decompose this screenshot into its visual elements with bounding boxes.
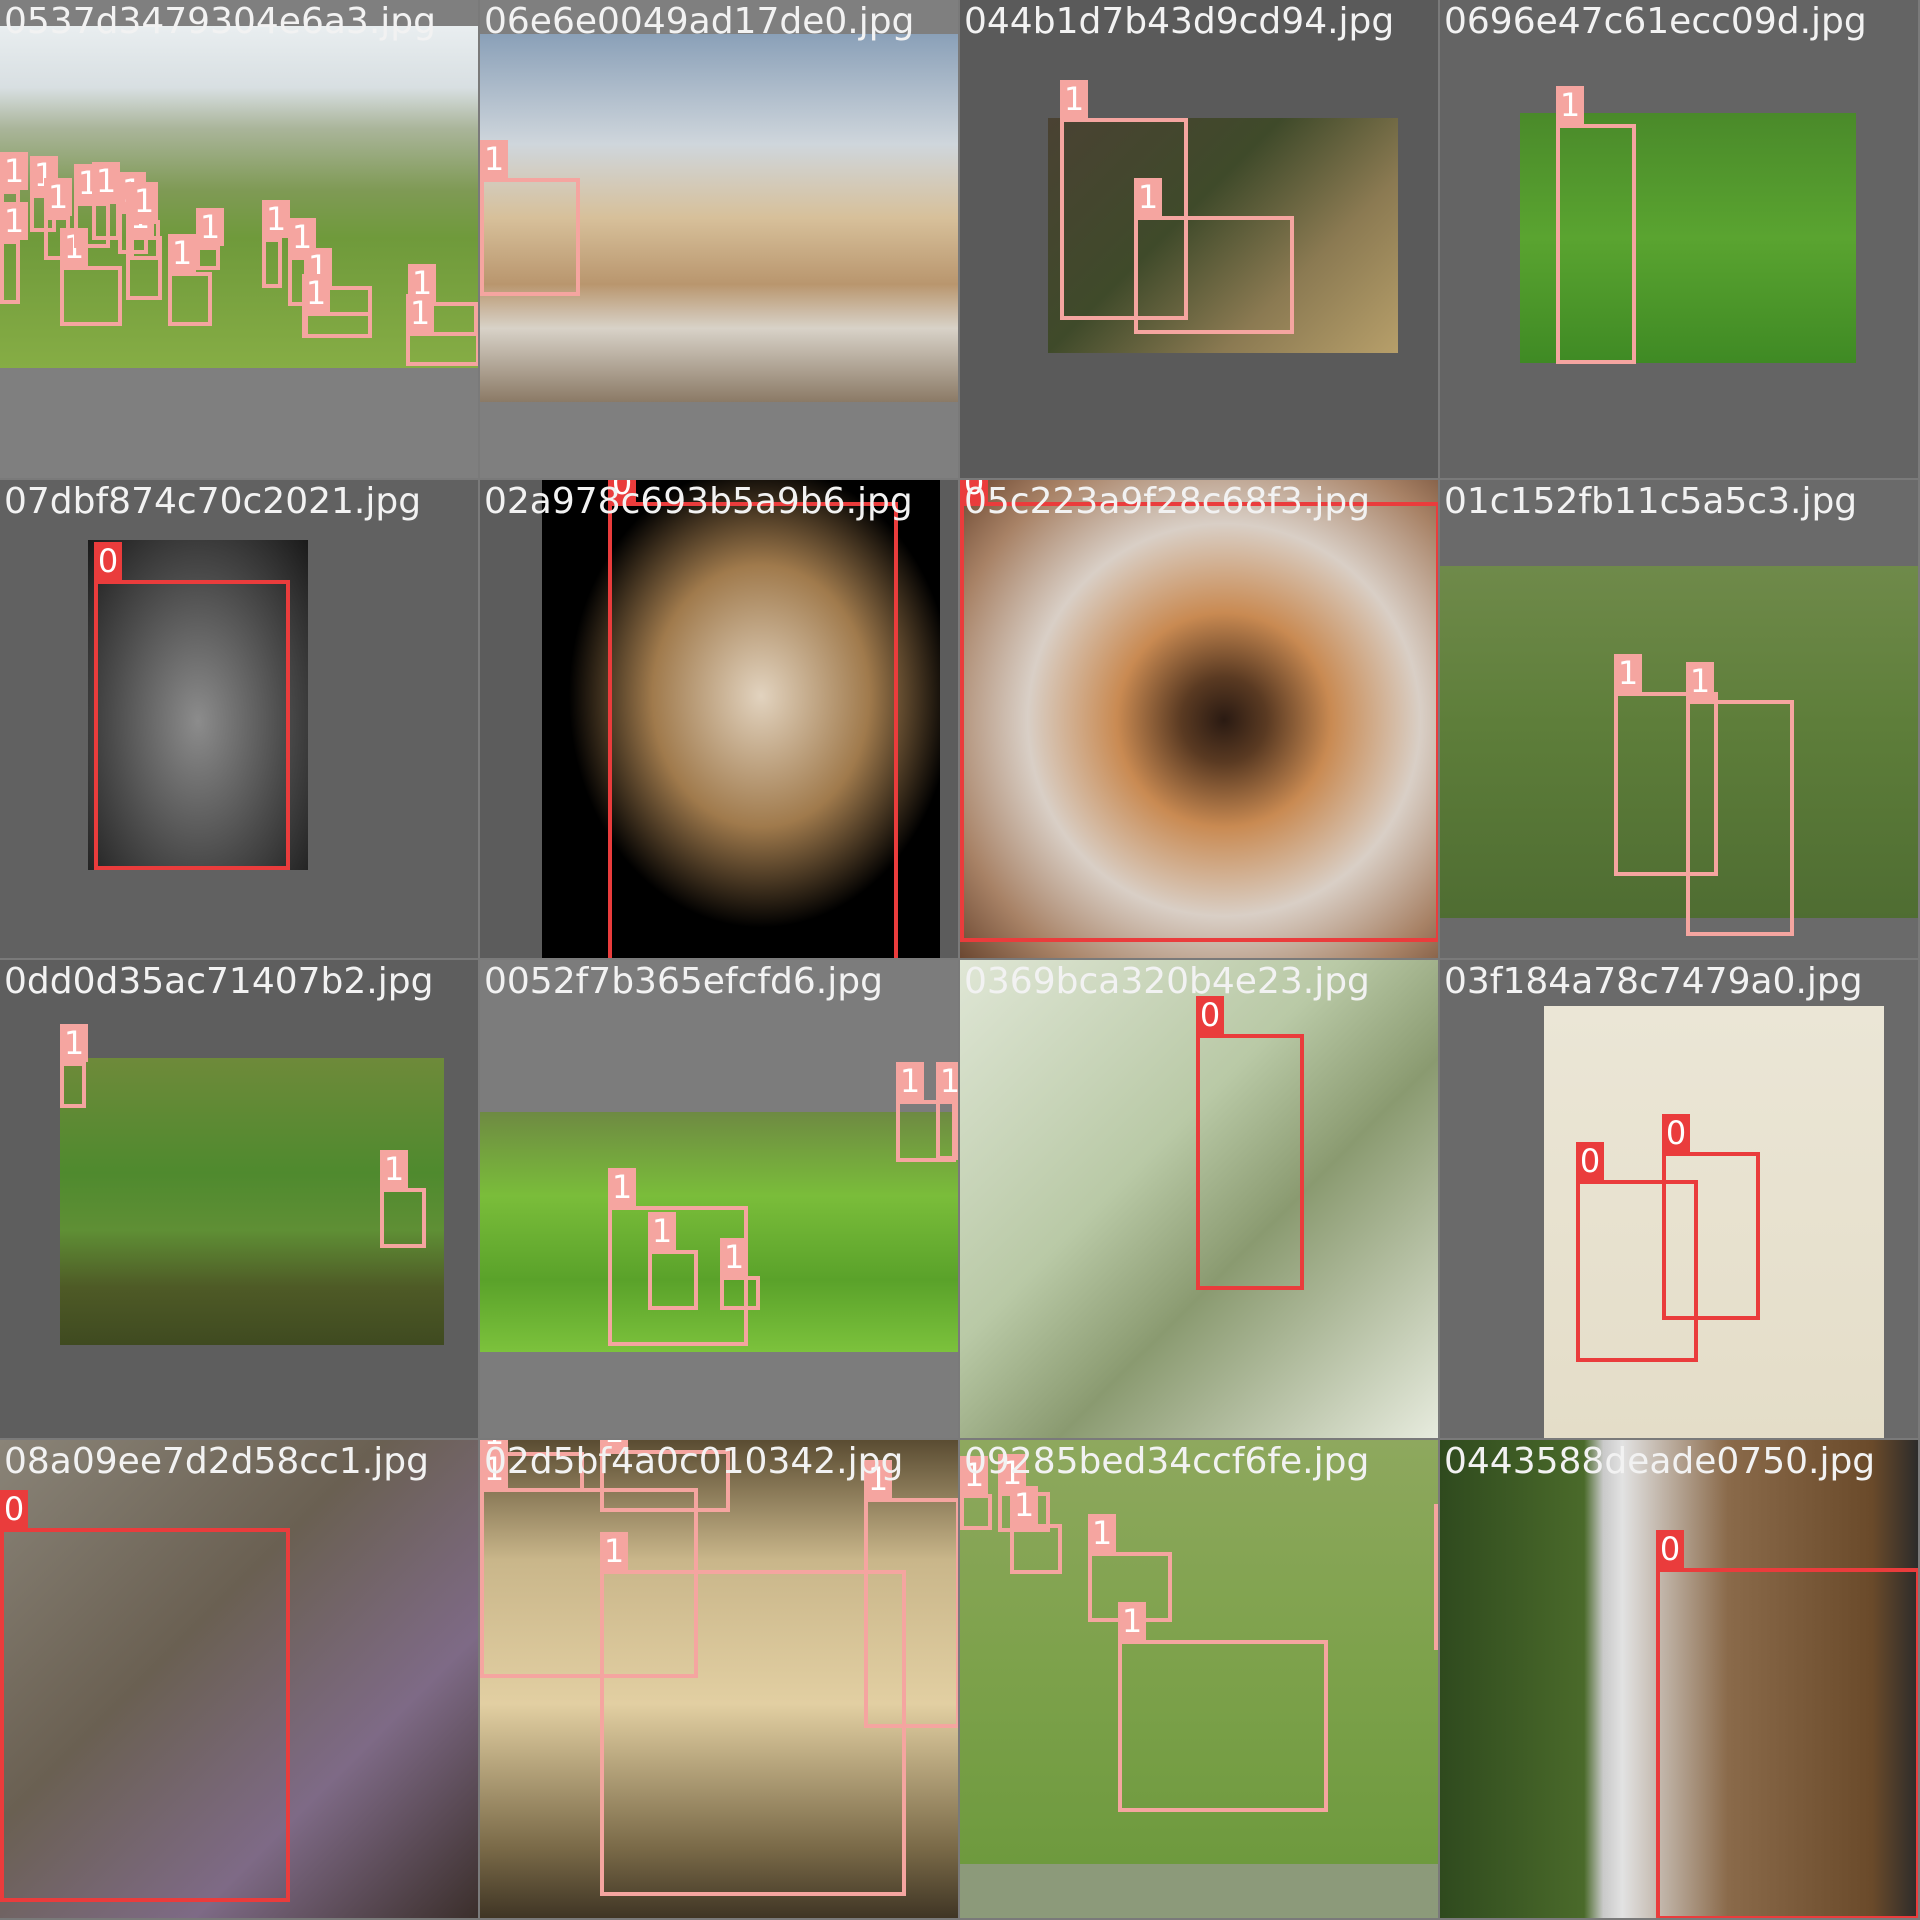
detection-box: 1: [648, 1212, 698, 1310]
grid-tile[interactable]: 044b1d7b43d9cd94.jpg 1 1: [960, 0, 1438, 478]
grid-tile[interactable]: 0537d3479304e6a3.jpg111111111111111111: [0, 0, 478, 478]
tile-filename: 02d5bf4a0c010342.jpg: [484, 1441, 904, 1482]
class-label: 1: [44, 178, 72, 216]
class-label: 0: [94, 542, 122, 580]
detection-box: 1: [600, 1532, 906, 1896]
tile-filename: 09285bed34ccf6fe.jpg: [964, 1441, 1370, 1482]
class-label: 1: [936, 1062, 958, 1100]
detection-box: 1: [60, 228, 122, 326]
class-label: 0: [1576, 1142, 1604, 1180]
class-label: 1: [1434, 1504, 1438, 1542]
class-label: 1: [1060, 80, 1088, 118]
tile-filename: 0443588deade0750.jpg: [1444, 1441, 1876, 1482]
class-label: 1: [720, 1238, 748, 1276]
detection-box: 1: [960, 1456, 992, 1530]
grid-tile[interactable]: 0696e47c61ecc09d.jpg 1: [1440, 0, 1918, 478]
class-label: 1: [92, 162, 120, 200]
class-label: 1: [1010, 1486, 1038, 1524]
detection-box: 1: [1434, 1504, 1438, 1650]
class-label: 1: [1686, 662, 1714, 700]
class-label: 1: [168, 234, 196, 272]
class-label: 1: [896, 1062, 924, 1100]
detection-box: 1: [720, 1238, 760, 1310]
detection-grid: 0537d3479304e6a3.jpg11111111111111111106…: [0, 0, 1920, 1920]
class-label: 0: [1662, 1114, 1690, 1152]
class-label: 1: [1088, 1514, 1116, 1552]
class-label: 0: [0, 1490, 28, 1528]
detection-box: 1: [262, 200, 290, 288]
class-label: 0: [1656, 1530, 1684, 1568]
grid-tile[interactable]: 0369bca320b4e23.jpg 0: [960, 960, 1438, 1438]
grid-tile[interactable]: 0443588deade0750.jpg 0: [1440, 1440, 1918, 1918]
class-label: 1: [0, 152, 28, 190]
detection-box: 1: [380, 1150, 426, 1248]
detection-box: 1: [130, 182, 160, 260]
tile-filename: 0369bca320b4e23.jpg: [964, 961, 1370, 1002]
detection-box: 0: [0, 1490, 290, 1902]
detection-box: 1: [936, 1062, 958, 1160]
grid-tile[interactable]: 05c223a9f28c68f3.jpg 0: [960, 480, 1438, 958]
tile-filename: 0052f7b365efcfd6.jpg: [484, 961, 883, 1002]
detection-box: 1: [0, 202, 28, 304]
class-label: 1: [1118, 1602, 1146, 1640]
class-label: 1: [480, 140, 508, 178]
detection-box: 1: [1134, 178, 1294, 334]
detection-box: 0: [1656, 1530, 1918, 1918]
tile-filename: 03f184a78c7479a0.jpg: [1444, 961, 1863, 1002]
detection-box: 1: [92, 162, 120, 240]
tile-filename: 0dd0d35ac71407b2.jpg: [4, 961, 434, 1002]
tile-filename: 07dbf874c70c2021.jpg: [4, 481, 422, 522]
detection-box: 1: [1686, 662, 1794, 936]
detection-box: 0: [94, 542, 290, 870]
detection-box: 1: [1556, 86, 1636, 364]
class-label: 1: [130, 182, 158, 220]
grid-tile[interactable]: 02a978c693b5a9b6.jpg 0: [480, 480, 958, 958]
tile-filename: 01c152fb11c5a5c3.jpg: [1444, 481, 1858, 522]
grid-tile[interactable]: 06e6e0049ad17de0.jpg 1: [480, 0, 958, 478]
grid-tile[interactable]: 0dd0d35ac71407b2.jpg 1 1: [0, 960, 478, 1438]
tile-filename: 06e6e0049ad17de0.jpg: [484, 1, 915, 42]
class-label: 1: [600, 1532, 628, 1570]
tile-filename: 08a09ee7d2d58cc1.jpg: [4, 1441, 429, 1482]
tile-filename: 0537d3479304e6a3.jpg: [4, 1, 436, 42]
class-label: 1: [380, 1150, 408, 1188]
tile-filename: 044b1d7b43d9cd94.jpg: [964, 1, 1395, 42]
detection-box: 0: [960, 480, 1438, 942]
grid-tile[interactable]: 03f184a78c7479a0.jpg 0 0: [1440, 960, 1918, 1438]
tile-filename: 0696e47c61ecc09d.jpg: [1444, 1, 1867, 42]
tile-filename: 02a978c693b5a9b6.jpg: [484, 481, 913, 522]
grid-tile[interactable]: 09285bed34ccf6fe.jpg111111: [960, 1440, 1438, 1918]
class-label: 1: [1556, 86, 1584, 124]
detection-box: 1: [302, 274, 372, 338]
class-label: 1: [406, 294, 434, 332]
detection-box: 1: [864, 1460, 958, 1728]
detection-box: 1: [60, 1024, 88, 1108]
class-label: 1: [608, 1168, 636, 1206]
detection-box: 1: [168, 234, 212, 326]
grid-tile[interactable]: 07dbf874c70c2021.jpg 0: [0, 480, 478, 958]
class-label: 1: [1134, 178, 1162, 216]
grid-tile[interactable]: 08a09ee7d2d58cc1.jpg 0: [0, 1440, 478, 1918]
class-label: 1: [60, 1024, 88, 1062]
class-label: 1: [196, 208, 224, 246]
grid-tile[interactable]: 01c152fb11c5a5c3.jpg 1 1: [1440, 480, 1918, 958]
class-label: 1: [262, 200, 290, 238]
detection-box: 1: [1118, 1602, 1328, 1812]
detection-box: 1: [480, 140, 580, 296]
class-label: 1: [302, 274, 330, 312]
detection-box: 1: [1010, 1486, 1062, 1574]
detection-box: 1: [196, 208, 224, 270]
grid-tile[interactable]: 0052f7b365efcfd6.jpg 1 1 1 1 1: [480, 960, 958, 1438]
class-label: 1: [648, 1212, 676, 1250]
grid-tile[interactable]: 02d5bf4a0c010342.jpg11111: [480, 1440, 958, 1918]
class-label: 1: [0, 202, 28, 240]
detection-box: 0: [1196, 996, 1304, 1290]
detection-box: 0: [1662, 1114, 1760, 1320]
tile-filename: 05c223a9f28c68f3.jpg: [964, 481, 1371, 522]
detection-box: 1: [406, 294, 478, 366]
detection-box: 0: [608, 480, 898, 958]
class-label: 1: [1614, 654, 1642, 692]
